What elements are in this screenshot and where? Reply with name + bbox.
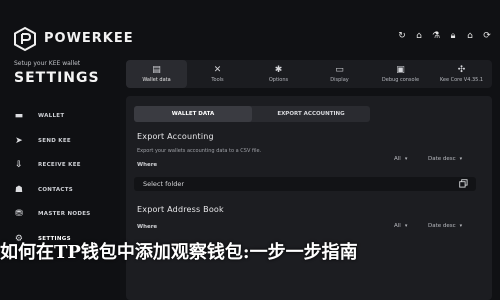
subtab-export-accounting[interactable]: EXPORT ACCOUNTING [252, 106, 370, 122]
filter-all-dropdown[interactable]: All ▾ [394, 156, 407, 162]
tab-label: Display [330, 77, 349, 83]
tab-wallet-data[interactable]: ▤ Wallet data [126, 60, 187, 88]
top-toolbar: ↻ ⌂ ⚗ 🔒︎ ⌂ ⟳ [397, 31, 492, 41]
sidebar-item-send-kee[interactable]: ➤ SEND KEE [12, 129, 112, 154]
tab-display[interactable]: ▭ Display [309, 60, 370, 88]
sidebar-item-label: MASTER NODES [38, 211, 91, 218]
sidebar-item-wallet[interactable]: ▬ WALLET [12, 104, 112, 129]
receive-icon: ⇩ [15, 160, 23, 171]
tab-debug-console[interactable]: ▣ Debug console [370, 60, 431, 88]
dropdown-value: Date desc [428, 223, 456, 229]
overlay-caption: 如何在TP钱包中添加观察钱包:一步一步指南 [0, 242, 358, 263]
select-folder-text: Select folder [143, 180, 184, 188]
copy-icon[interactable] [459, 179, 468, 188]
brand-name: POWERKEE [44, 31, 134, 46]
nodes-icon: ⛃ [15, 209, 23, 220]
tab-label: Kee Core V4.35.1 [439, 77, 484, 83]
export-address-book-title: Export Address Book [137, 205, 224, 214]
send-icon: ➤ [15, 135, 23, 146]
dropdown-value: All [394, 223, 401, 229]
console-icon: ▣ [396, 65, 405, 75]
select-folder-field[interactable]: Select folder [134, 177, 476, 191]
sidebar-item-contacts[interactable]: ☗ CONTACTS [12, 178, 112, 203]
sort-dropdown[interactable]: Date desc ▾ [428, 223, 462, 229]
sidebar-item-label: SEND KEE [38, 137, 71, 144]
chevron-down-icon: ▾ [459, 156, 463, 162]
powerkee-logo-icon [14, 26, 36, 52]
wallet-icon: ▬ [14, 111, 24, 122]
chevron-down-icon: ▾ [404, 223, 408, 229]
display-icon: ▭ [335, 65, 344, 75]
tab-label: Options [268, 77, 289, 83]
chevron-down-icon: ▾ [404, 156, 408, 162]
lock-icon[interactable]: 🔒︎ [448, 31, 458, 41]
tab-label: Debug console [381, 77, 420, 83]
subtab-wallet-data[interactable]: WALLET DATA [134, 106, 252, 122]
database-icon: ▤ [152, 65, 161, 75]
sync-icon[interactable]: ⟳ [482, 31, 492, 41]
tab-kee-core[interactable]: ✣ Kee Core V4.35.1 [431, 60, 492, 88]
sort-dropdown[interactable]: Date desc ▾ [428, 156, 462, 162]
sidebar-item-receive-kee[interactable]: ⇩ RECEIVE KEE [12, 153, 112, 178]
dropdown-value: All [394, 156, 401, 162]
tab-label: Wallet data [142, 77, 171, 83]
sidebar-item-master-nodes[interactable]: ⛃ MASTER NODES [12, 202, 112, 227]
where-label: Where [137, 224, 158, 230]
chevron-down-icon: ▾ [459, 223, 463, 229]
tab-tools[interactable]: ✕ Tools [187, 60, 248, 88]
sidebar-item-label: WALLET [38, 113, 65, 120]
sidebar-item-label: CONTACTS [38, 186, 74, 193]
where-label: Where [137, 162, 158, 168]
flask-icon[interactable]: ⚗ [431, 31, 441, 41]
dropdown-value: Date desc [428, 156, 456, 162]
export-accounting-title: Export Accounting [137, 132, 214, 141]
home-icon[interactable]: ⌂ [465, 31, 475, 41]
subtabs: WALLET DATA EXPORT ACCOUNTING [134, 106, 370, 122]
filter-all-dropdown[interactable]: All ▾ [394, 223, 407, 229]
contacts-icon: ☗ [14, 184, 24, 195]
setup-text: Setup your KEE wallet [14, 60, 81, 67]
settings-panel: WALLET DATA EXPORT ACCOUNTING Export Acc… [126, 96, 492, 300]
core-icon: ✣ [457, 65, 466, 75]
tab-label: Tools [211, 77, 224, 83]
options-icon: ✱ [274, 65, 283, 75]
export-accounting-description: Export your wallets accounting data to a… [137, 148, 262, 154]
sidebar-item-label: RECEIVE KEE [38, 162, 81, 169]
tab-options[interactable]: ✱ Options [248, 60, 309, 88]
tools-icon: ✕ [213, 65, 222, 75]
page-title: SETTINGS [14, 70, 100, 86]
sidebar-nav: ▬ WALLET ➤ SEND KEE ⇩ RECEIVE KEE ☗ CONT… [12, 104, 112, 251]
refresh-icon[interactable]: ↻ [397, 31, 407, 41]
settings-tabs: ▤ Wallet data ✕ Tools ✱ Options ▭ Displa… [126, 60, 492, 88]
bank-icon[interactable]: ⌂ [414, 31, 424, 41]
